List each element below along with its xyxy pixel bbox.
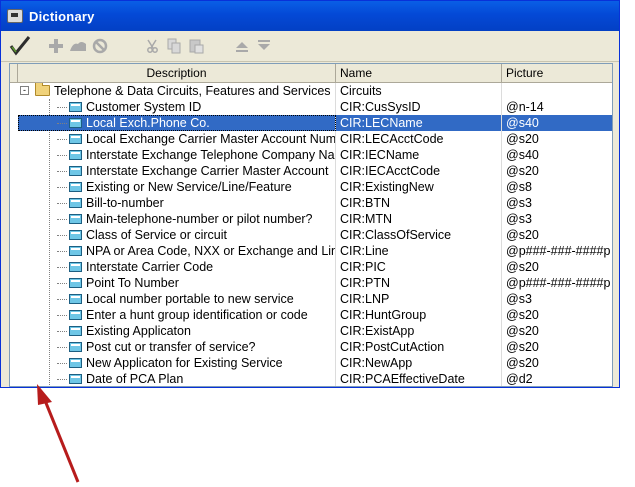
red-arrow-annotation [37,384,80,483]
